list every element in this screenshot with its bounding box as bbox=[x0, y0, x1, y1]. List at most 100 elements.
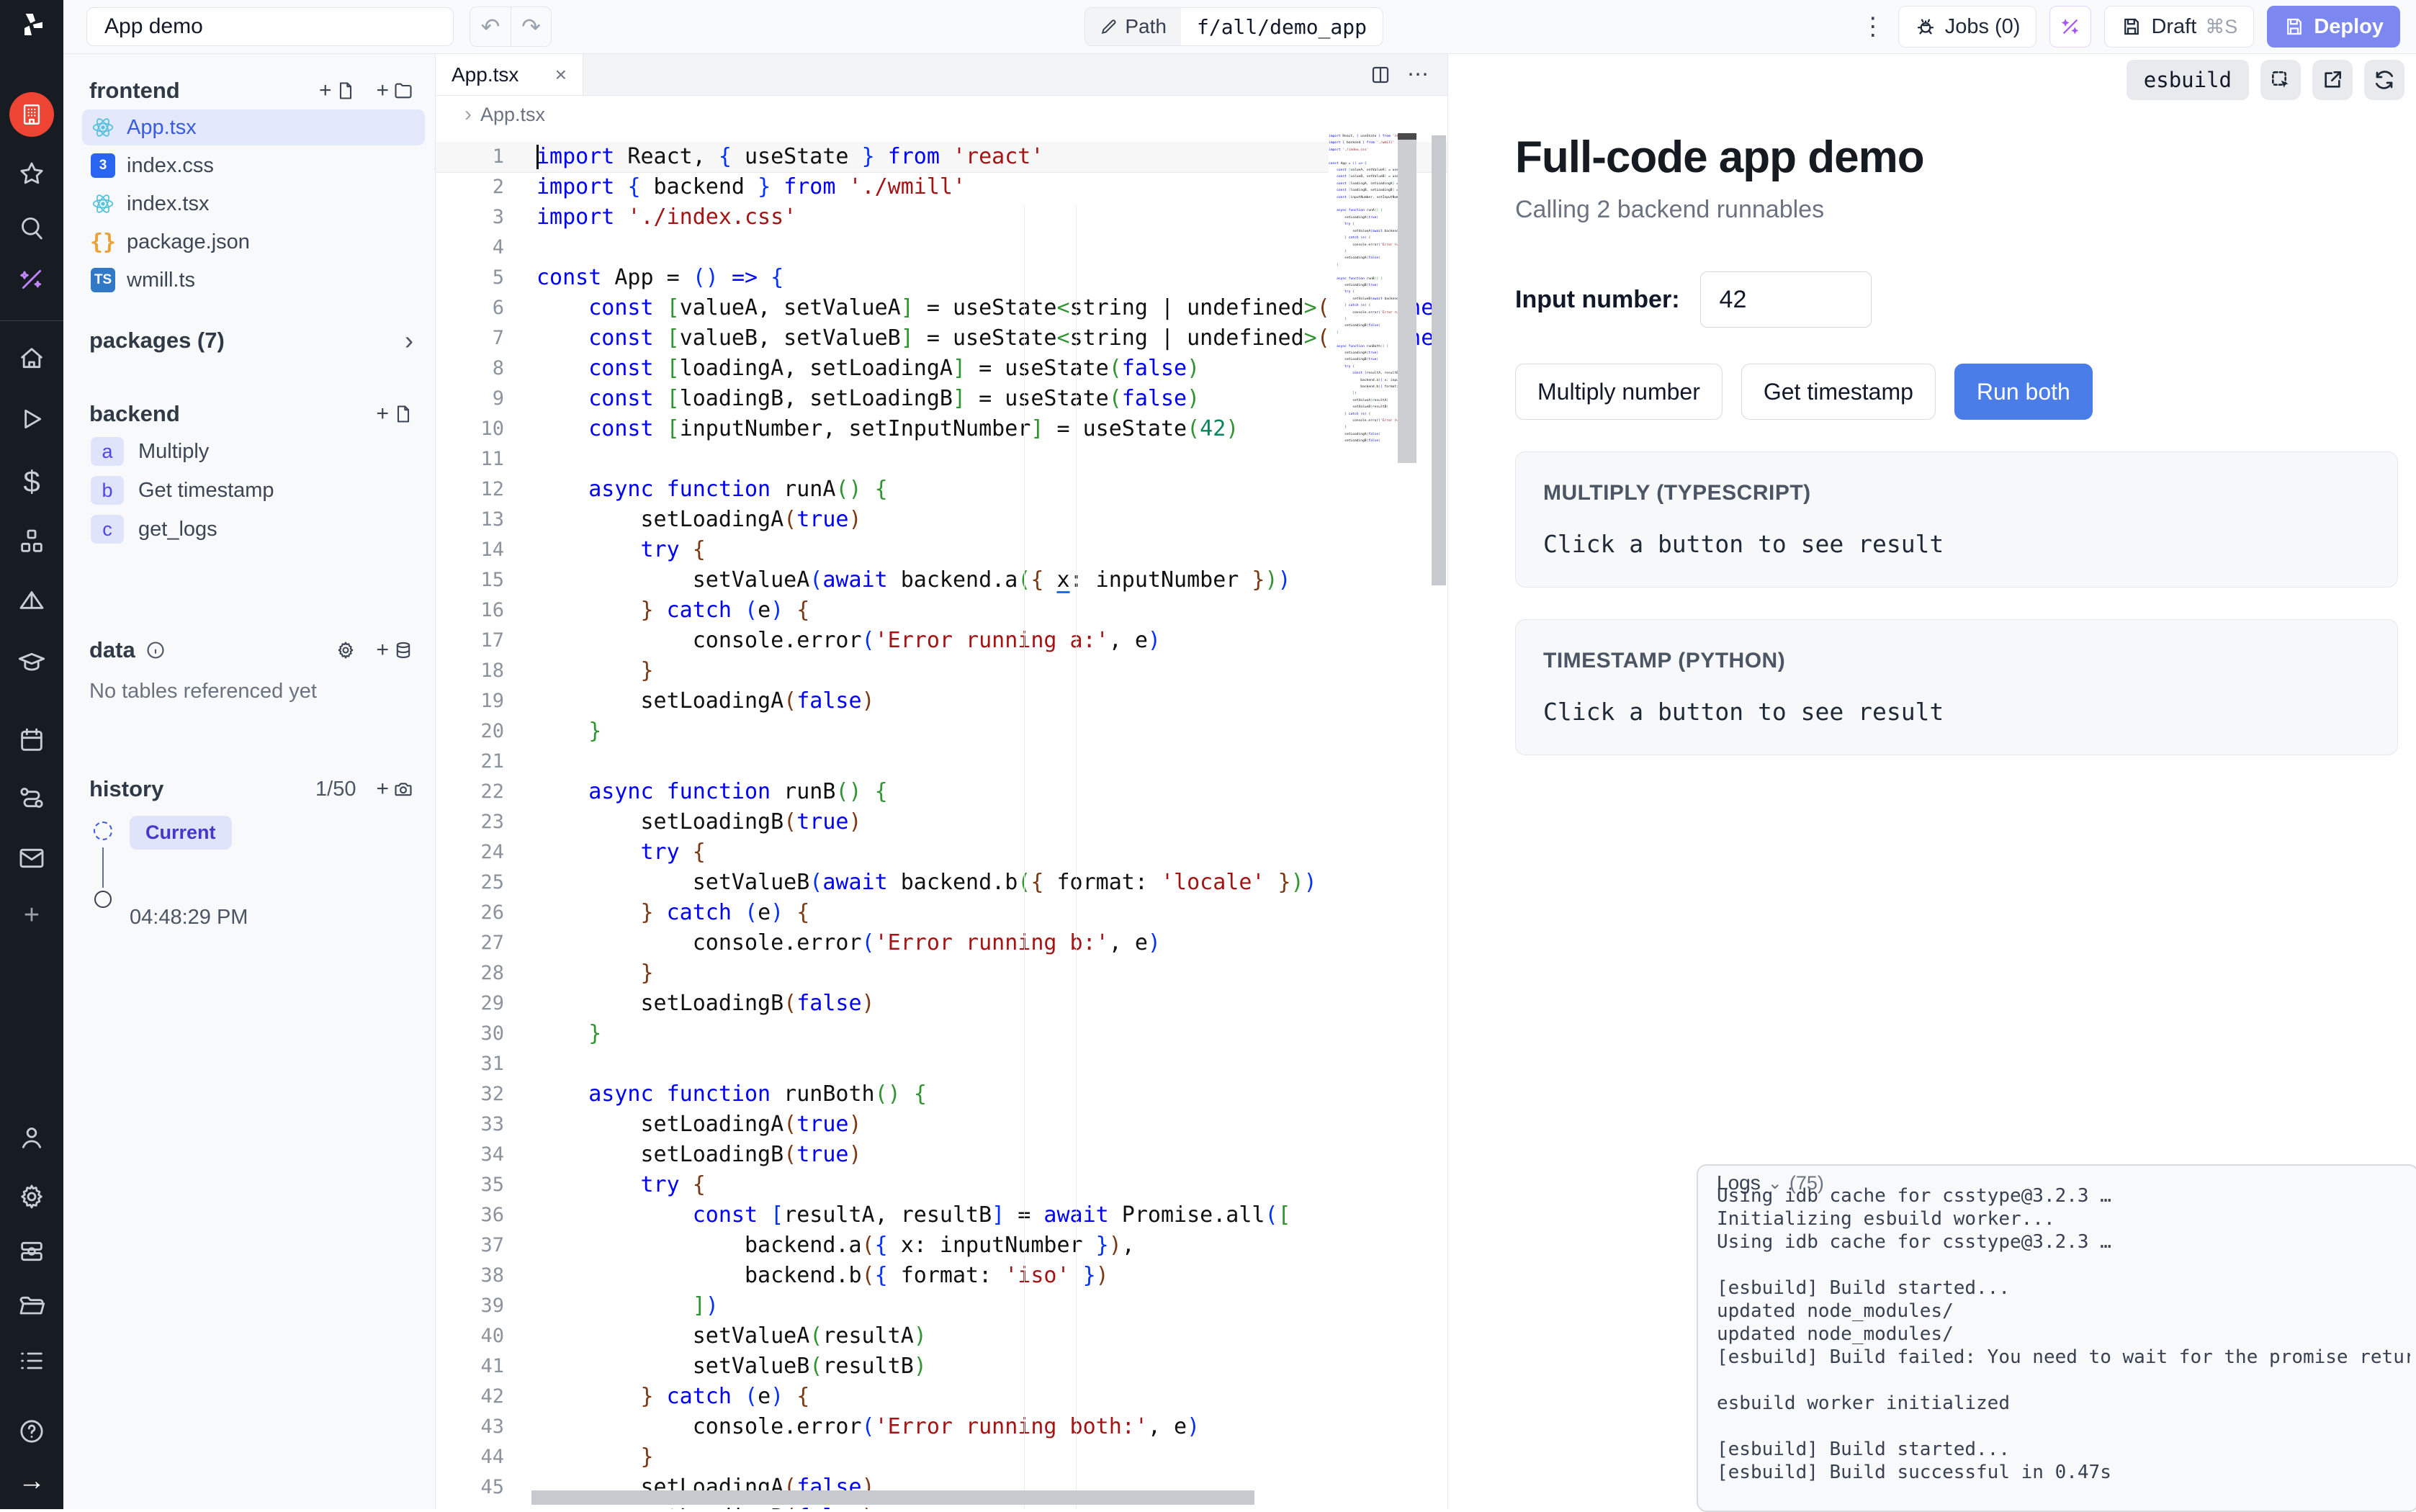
add-file-button[interactable]: + bbox=[319, 80, 356, 102]
jobs-label: Jobs (0) bbox=[1945, 15, 2021, 39]
log-line: [esbuild] Build failed: You need to wait… bbox=[1717, 1346, 2410, 1369]
previous-version-dot[interactable] bbox=[94, 891, 112, 908]
kebab-menu-icon[interactable]: ⋮ bbox=[1861, 12, 1885, 41]
left-icon-rail: $ + → bbox=[0, 0, 63, 1509]
code-line-29: 29 setLoadingB(false) bbox=[436, 989, 1447, 1019]
info-icon bbox=[145, 640, 166, 660]
code-line-14: 14 try { bbox=[436, 535, 1447, 565]
code-line-23: 23 setLoadingB(true) bbox=[436, 807, 1447, 837]
file-item-App.tsx[interactable]: App.tsx bbox=[82, 109, 425, 145]
home-icon[interactable] bbox=[17, 344, 46, 373]
tab-app-tsx[interactable]: App.tsx × bbox=[436, 54, 583, 95]
collapse-arrow-icon[interactable]: → bbox=[18, 1467, 45, 1495]
backend-title: backend bbox=[89, 401, 180, 427]
runnable-label: Get timestamp bbox=[138, 479, 274, 503]
save-icon bbox=[2283, 16, 2305, 37]
draft-button[interactable]: Draft ⌘S bbox=[2104, 6, 2254, 48]
triggers-prism-icon[interactable] bbox=[17, 588, 46, 616]
file-item-package.json[interactable]: {}package.json bbox=[82, 224, 425, 260]
deploy-label: Deploy bbox=[2314, 15, 2384, 39]
backend-item-c[interactable]: cget_logs bbox=[85, 511, 425, 547]
deploy-button[interactable]: Deploy bbox=[2267, 6, 2400, 48]
split-pane-icon[interactable] bbox=[1370, 64, 1391, 86]
current-version-dot[interactable] bbox=[94, 822, 112, 840]
current-version-badge[interactable]: Current bbox=[130, 816, 232, 850]
chevron-right-icon[interactable]: › bbox=[405, 325, 413, 356]
log-line: [esbuild] Build started... bbox=[1717, 1277, 2410, 1300]
logs-body[interactable]: Using idb cache for csstype@3.2.3 …Initi… bbox=[1717, 1184, 2410, 1505]
favorites-star-icon[interactable] bbox=[17, 160, 46, 189]
add-plus-icon[interactable]: + bbox=[24, 901, 40, 929]
backend-item-b[interactable]: bGet timestamp bbox=[85, 472, 425, 508]
search-icon[interactable] bbox=[17, 213, 46, 242]
help-icon[interactable] bbox=[17, 1417, 46, 1446]
vertical-scrollbar[interactable] bbox=[1432, 135, 1446, 585]
undo-button[interactable]: ↶ bbox=[470, 7, 511, 46]
workers-icon[interactable] bbox=[17, 1237, 46, 1266]
code-area[interactable]: 1import React, { useState } from 'react'… bbox=[436, 142, 1447, 1509]
get-timestamp-button[interactable]: Get timestamp bbox=[1741, 364, 1936, 420]
path-pill[interactable]: Path f/all/demo_app bbox=[1084, 7, 1383, 46]
resources-cubes-icon[interactable] bbox=[17, 527, 46, 556]
folder-icon bbox=[393, 81, 413, 101]
logs-header[interactable]: Logs ⌄ (75) bbox=[1698, 1166, 2416, 1194]
multiply-number-button[interactable]: Multiply number bbox=[1515, 364, 1723, 420]
minimap-slider[interactable] bbox=[1398, 133, 1416, 463]
mail-icon[interactable] bbox=[17, 844, 46, 873]
file-item-index.tsx[interactable]: index.tsx bbox=[82, 186, 425, 222]
history-timestamp[interactable]: 04:48:29 PM bbox=[130, 906, 435, 930]
folders-icon[interactable] bbox=[17, 1292, 46, 1320]
code-line-26: 26 } catch (e) { bbox=[436, 898, 1447, 928]
close-icon[interactable]: × bbox=[555, 63, 567, 86]
code-line-30: 30 } bbox=[436, 1019, 1447, 1049]
top-bar: ↶ ↷ Path f/all/demo_app ⋮ Jobs (0) Draft… bbox=[63, 0, 2416, 54]
backend-item-a[interactable]: aMultiply bbox=[85, 433, 425, 469]
horizontal-scrollbar[interactable] bbox=[531, 1490, 1254, 1505]
number-input[interactable] bbox=[1700, 271, 1872, 328]
settings-gear-icon[interactable] bbox=[17, 1182, 46, 1211]
add-table-button[interactable]: + bbox=[376, 639, 413, 661]
audit-list-icon[interactable] bbox=[17, 1346, 46, 1375]
app-name-input[interactable] bbox=[86, 7, 454, 46]
data-settings-gear-icon[interactable] bbox=[336, 640, 356, 660]
flows-route-icon[interactable] bbox=[17, 783, 46, 812]
workspace-button[interactable] bbox=[9, 92, 54, 137]
app-preview-panel: esbuild Full-code app demo Calling 2 bac… bbox=[1447, 54, 2416, 1509]
add-folder-button[interactable]: + bbox=[376, 80, 413, 102]
tutorials-graduation-cap-icon[interactable] bbox=[17, 648, 46, 677]
runs-play-icon[interactable] bbox=[17, 405, 46, 433]
code-line-28: 28 } bbox=[436, 958, 1447, 989]
log-line: updated node_modules/ bbox=[1717, 1300, 2410, 1323]
windmill-logo-icon[interactable] bbox=[17, 10, 46, 39]
code-line-19: 19 setLoadingA(false) bbox=[436, 686, 1447, 716]
path-label-segment: Path bbox=[1084, 8, 1181, 45]
minimap-handle[interactable] bbox=[1398, 133, 1416, 140]
code-line-9: 9 const [loadingB, setLoadingB] = useSta… bbox=[436, 384, 1447, 414]
take-snapshot-button[interactable]: + bbox=[376, 778, 413, 800]
data-title: data bbox=[89, 637, 135, 663]
code-line-7: 7 const [valueB, setValueB] = useState<s… bbox=[436, 323, 1447, 354]
schedules-calendar-icon[interactable] bbox=[17, 726, 46, 755]
variables-dollar-icon[interactable]: $ bbox=[23, 467, 40, 497]
code-line-24: 24 try { bbox=[436, 837, 1447, 868]
code-line-36: 36 const [resultA, resultB] = await Prom… bbox=[436, 1200, 1447, 1230]
jobs-button[interactable]: Jobs (0) bbox=[1898, 6, 2037, 48]
multiply-result-card: MULTIPLY (TYPESCRIPT) Click a button to … bbox=[1515, 451, 2398, 588]
react-icon bbox=[91, 116, 114, 139]
more-options-icon[interactable]: ⋯ bbox=[1407, 62, 1430, 87]
add-runnable-button[interactable]: + bbox=[376, 403, 413, 425]
file-label: index.tsx bbox=[127, 192, 209, 216]
file-item-index.css[interactable]: 3index.css bbox=[82, 148, 425, 184]
user-icon[interactable] bbox=[17, 1123, 46, 1152]
indent-guide bbox=[1076, 205, 1077, 1509]
code-line-8: 8 const [loadingA, setLoadingA] = useSta… bbox=[436, 354, 1447, 384]
ai-wand-icon[interactable] bbox=[17, 265, 46, 294]
log-line: esbuild worker initialized bbox=[1717, 1392, 2410, 1415]
breadcrumb[interactable]: › App.tsx bbox=[436, 96, 1447, 133]
ai-assistant-button[interactable] bbox=[2049, 6, 2091, 48]
react-icon bbox=[91, 192, 114, 215]
run-both-button[interactable]: Run both bbox=[1954, 364, 2093, 420]
redo-button[interactable]: ↷ bbox=[511, 7, 551, 46]
file-item-wmill.ts[interactable]: TSwmill.ts bbox=[82, 262, 425, 298]
packages-section-header[interactable]: packages (7) › bbox=[63, 324, 435, 357]
